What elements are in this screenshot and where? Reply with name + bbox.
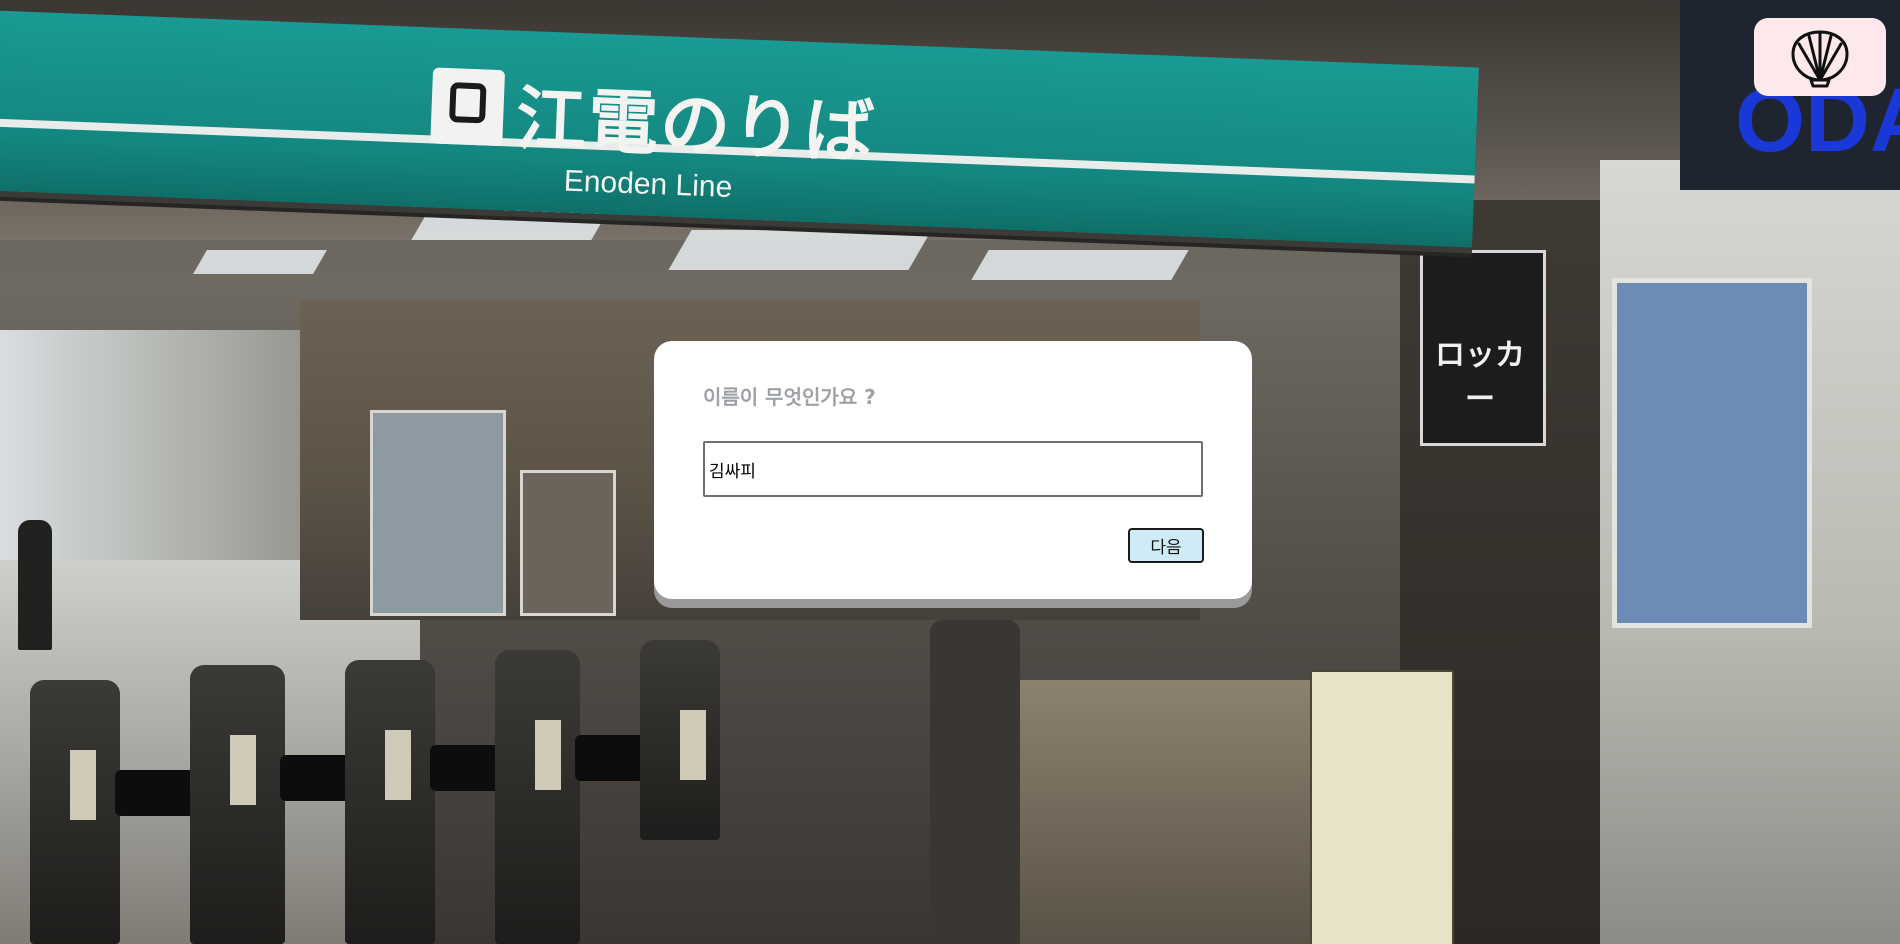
ticket-gate [495,650,580,944]
gate-panel [680,710,706,780]
right-poster [1612,278,1812,628]
ticket-gate [640,640,720,840]
ticket-gate [345,660,435,944]
gate-panel [535,720,561,790]
name-question: 이름이 무엇인가요 ? [703,385,876,409]
gate-wing [575,735,645,781]
gate-wing [115,770,195,816]
ticket-gate [30,680,120,944]
gate-wing [430,745,500,791]
gate-panel [385,730,411,800]
ceiling-light [193,250,327,274]
train-icon [430,67,506,147]
shell-menu-button[interactable] [1754,18,1886,96]
gate-panel [230,735,256,805]
kiosk [1020,680,1320,944]
notice-board [1310,670,1454,944]
person-silhouette [930,620,1020,944]
name-dialog: 이름이 무엇인가요 ? 다음 [654,341,1252,599]
ceiling-light [971,250,1189,280]
gate-panel [70,750,96,820]
locker-sign-text: ロッカー [1435,338,1525,417]
ceiling-light [668,230,932,270]
ceiling-light [411,210,609,240]
wall-poster [520,470,616,616]
person-silhouette [18,520,52,650]
gate-wing [280,755,350,801]
next-button[interactable]: 다음 [1128,528,1204,563]
wall-poster [370,410,506,616]
name-input[interactable] [703,441,1203,497]
shell-icon [1791,30,1849,88]
sign-english-text: Enoden Line [563,164,733,204]
sign-japanese-text: 江電のりば [514,77,878,174]
ticket-gate [190,665,285,944]
